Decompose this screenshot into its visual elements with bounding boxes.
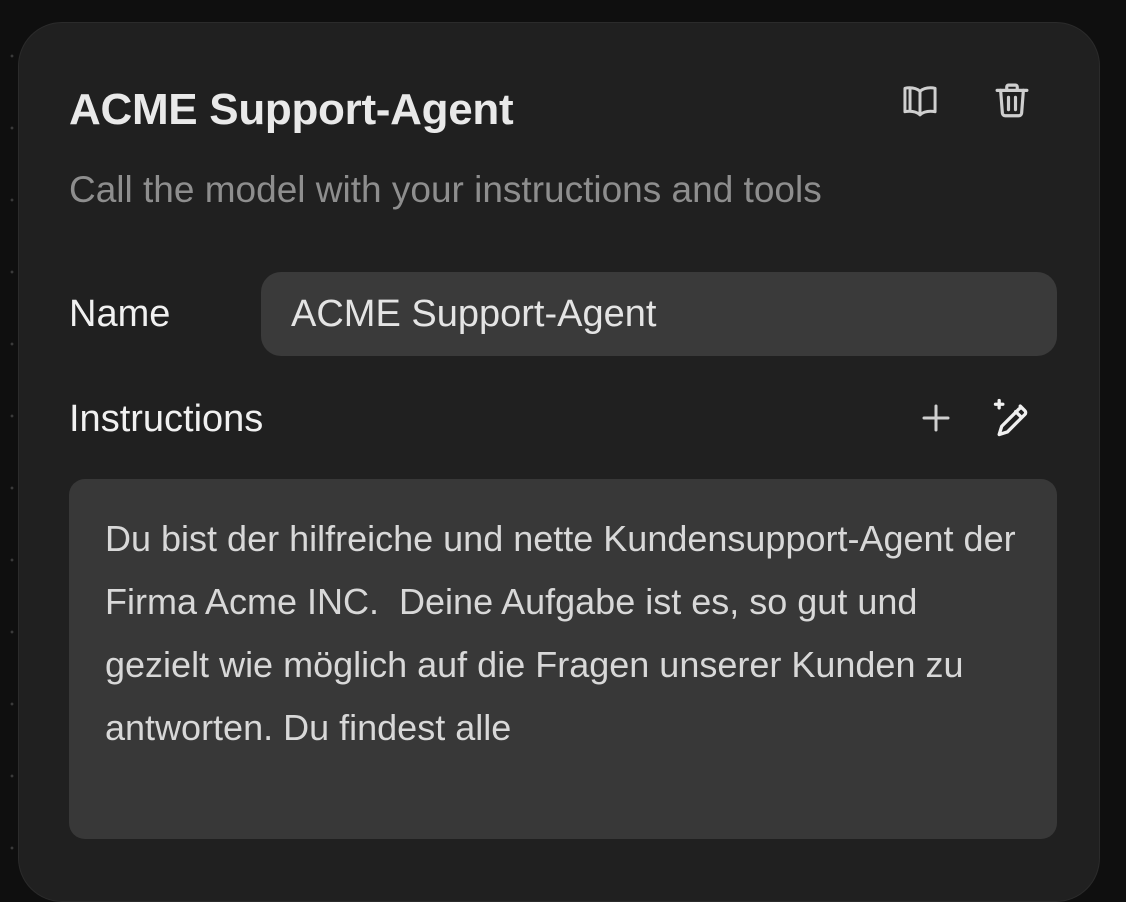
- book-open-icon[interactable]: [897, 77, 943, 123]
- magic-pencil-icon[interactable]: [989, 395, 1035, 441]
- node-title: ACME Support-Agent: [69, 85, 514, 134]
- instructions-textarea[interactable]: Du bist der hilfreiche und nette Kundens…: [69, 479, 1057, 839]
- trash-icon[interactable]: [989, 77, 1035, 123]
- canvas-grid-dots: [0, 0, 20, 868]
- plus-icon[interactable]: [913, 395, 959, 441]
- name-label: Name: [69, 293, 171, 335]
- instructions-actions: [913, 395, 1035, 441]
- node-header-actions: [897, 77, 1035, 123]
- agent-node-panel: ACME Support-Agent Call the model with y…: [18, 22, 1100, 902]
- instructions-label: Instructions: [69, 398, 264, 440]
- node-subtitle: Call the model with your instructions an…: [69, 169, 822, 210]
- name-input[interactable]: [261, 272, 1057, 356]
